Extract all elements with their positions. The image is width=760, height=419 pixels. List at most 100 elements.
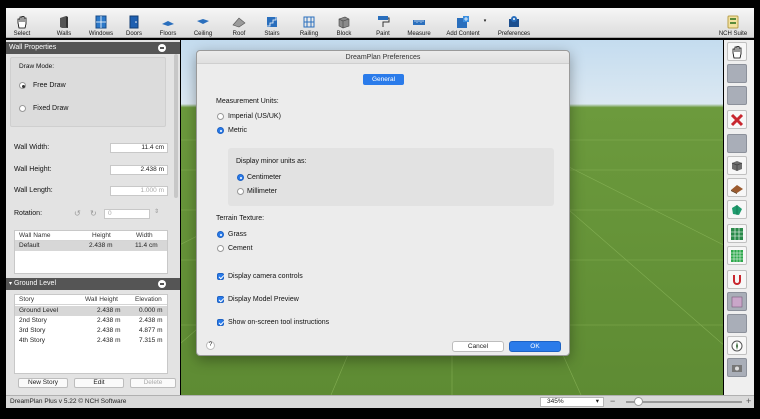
nch-suite-button[interactable]: NCH Suite [716,9,750,37]
measure-tool-button[interactable]: Measure [404,9,434,37]
ceiling-tool-button[interactable]: Ceiling [190,9,216,37]
add-content-dropdown[interactable]: ▾ [482,9,488,37]
camera-controls-checkbox[interactable] [217,273,224,280]
block-tool-button[interactable]: Block [332,9,356,37]
roof-tool-button[interactable]: Roof [228,9,250,37]
cancel-button[interactable]: Cancel [452,341,504,352]
table-row[interactable]: 4th Story 2.438 m 7.315 m [15,336,167,346]
blank-tool-button[interactable] [727,314,747,333]
tab-general[interactable]: General [363,74,404,85]
blank-tool-button[interactable] [727,64,747,83]
cement-radio[interactable] [217,245,224,252]
minor-units-group: Display minor units as: Centimeter Milli… [228,148,554,206]
add-content-icon [456,15,470,29]
ruler-icon [412,15,426,29]
add-content-button[interactable]: Add Content [444,9,482,37]
story-table: Story Wall Height Elevation Ground Level… [14,294,168,374]
terrain-icon [731,184,743,194]
rotate-left-icon[interactable]: ↺ [74,209,81,218]
wall-table: Wall Name Height Width Default 2.438 m 1… [14,230,168,274]
doors-tool-button[interactable]: Doors [122,9,146,37]
floor-plan-icon [731,249,743,262]
grass-radio[interactable] [217,231,224,238]
right-toolbar [724,40,754,395]
collapse-icon[interactable] [158,44,166,52]
table-row[interactable]: Default 2.438 m 11.4 cm [15,241,167,251]
table-row[interactable]: Ground Level 2.438 m 0.000 m [15,306,167,316]
draw-mode-group: Draw Mode: Free Draw Fixed Draw [10,57,166,127]
free-draw-radio[interactable] [19,82,26,89]
blank-tool-button[interactable] [727,134,747,153]
scrollbar[interactable] [174,54,178,198]
floor-icon [161,15,175,29]
zoom-in-icon[interactable]: + [746,395,751,407]
paint-roller-icon [376,15,390,29]
wall-width-input[interactable]: 11.4 cm [110,143,168,153]
help-button[interactable]: ? [206,341,215,350]
view-3d-button[interactable] [727,156,747,175]
camera-view-button[interactable] [727,358,747,377]
camera-icon [732,364,742,372]
compass-button[interactable] [727,336,747,355]
block-icon [337,15,351,29]
grid-view-button[interactable] [727,224,747,243]
magnet-button[interactable] [727,270,747,289]
zoom-slider[interactable] [626,401,742,403]
table-row[interactable]: 2nd Story 2.438 m 2.438 m [15,316,167,326]
wall-height-input[interactable]: 2.438 m [110,165,168,175]
metric-radio[interactable] [217,127,224,134]
zoom-slider-handle[interactable] [634,397,643,406]
delete-tool-button[interactable] [727,110,747,129]
main-toolbar: Select Walls Windows Doors Floors Ceilin… [6,8,754,38]
nch-suite-icon [726,15,740,29]
terrain-button[interactable] [727,178,747,197]
table-row[interactable]: 3rd Story 2.438 m 4.877 m [15,326,167,336]
imperial-radio[interactable] [217,113,224,120]
edit-story-button[interactable]: Edit [74,378,124,388]
dialog-title: DreamPlan Preferences [197,51,569,64]
stairs-tool-button[interactable]: Stairs [260,9,284,37]
cube-icon [731,160,743,171]
preferences-icon [507,15,521,29]
rotate-right-icon[interactable]: ↻ [90,209,97,218]
delete-story-button[interactable]: Delete [130,378,176,388]
window-icon [94,15,108,29]
rotation-input[interactable]: 0 [104,209,150,219]
model-preview-checkbox[interactable] [217,296,224,303]
magnet-icon [733,274,741,285]
pan-tool-button[interactable] [727,42,747,61]
status-bar: DreamPlan Plus v 5.22 © NCH Software 345… [6,395,754,408]
stepper-icon[interactable]: ⇕ [154,208,159,215]
wall-length-input[interactable]: 1.000 m [110,186,168,196]
compass-icon [731,340,743,351]
new-story-button[interactable]: New Story [18,378,68,388]
onscreen-instructions-checkbox[interactable] [217,319,224,326]
railing-icon [302,15,316,29]
preferences-button[interactable]: Preferences [496,9,532,37]
plants-button[interactable] [727,200,747,219]
zoom-select[interactable]: 345% ▾ [540,397,604,407]
chevron-down-icon: ▾ [483,18,487,24]
blank-tool-button[interactable] [727,86,747,105]
centimeter-radio[interactable] [237,174,244,181]
millimeter-radio[interactable] [237,188,244,195]
left-panel: Wall Properties Draw Mode: Free Draw Fix… [6,40,180,395]
table-header: Wall Name Height Width [15,231,167,241]
paint-tool-button[interactable]: Paint [372,9,394,37]
stairs-icon [265,15,279,29]
layers-button[interactable] [727,292,747,311]
walls-tool-button[interactable]: Walls [52,9,76,37]
windows-tool-button[interactable]: Windows [86,9,116,37]
table-header: Story Wall Height Elevation [15,295,167,305]
floors-tool-button[interactable]: Floors [156,9,180,37]
plant-icon [732,204,742,215]
fixed-draw-radio[interactable] [19,105,26,112]
collapse-icon[interactable] [158,280,166,288]
ok-button[interactable]: OK [509,341,561,352]
chevron-down-icon[interactable]: ▾ [9,281,12,287]
select-tool-button[interactable]: Select [10,9,34,37]
hand-icon [732,45,742,58]
railing-tool-button[interactable]: Railing [296,9,322,37]
floor-plan-button[interactable] [727,246,747,265]
zoom-out-icon[interactable]: − [610,395,615,407]
